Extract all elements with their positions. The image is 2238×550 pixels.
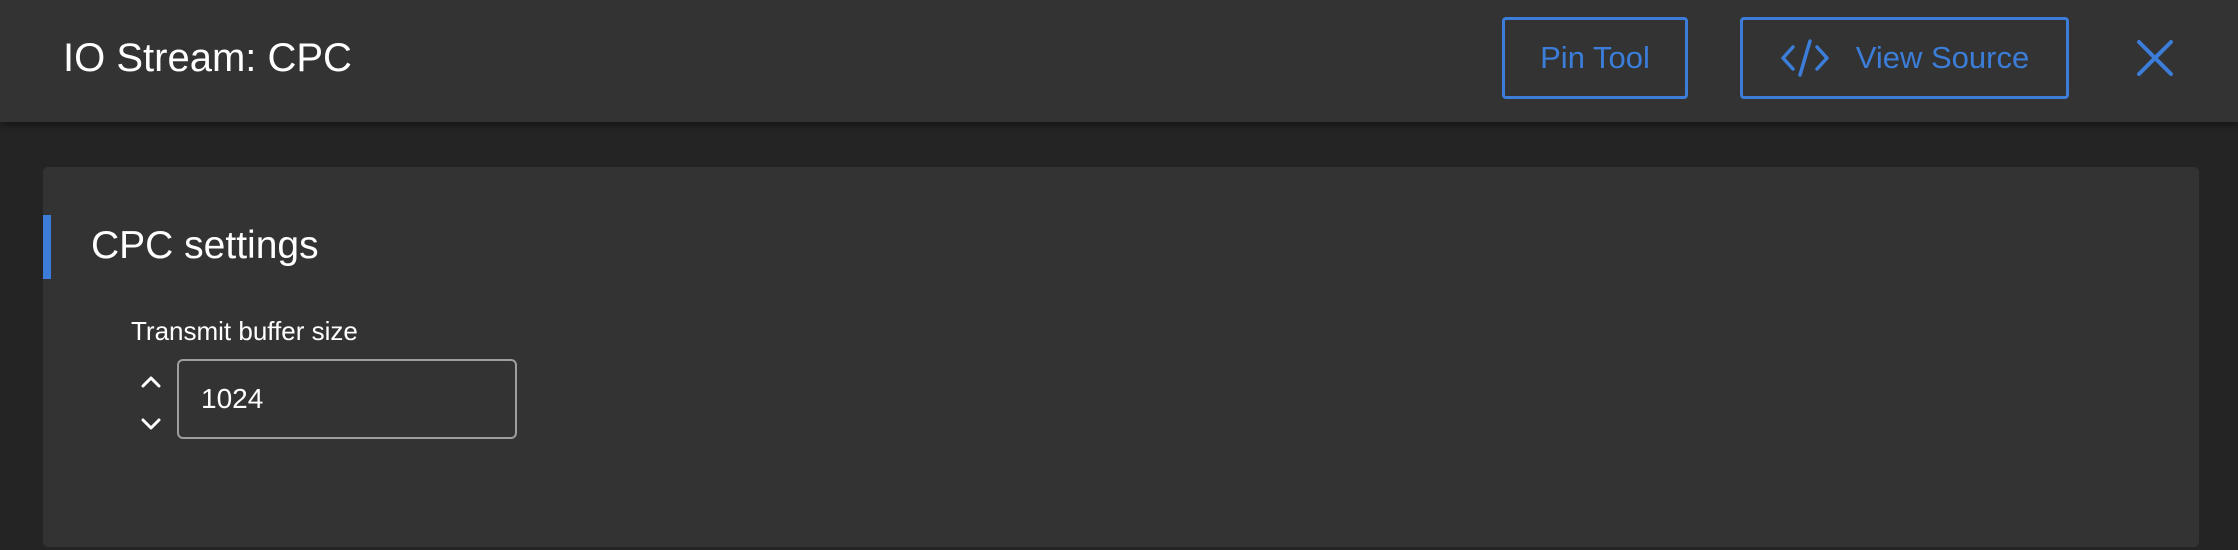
close-icon[interactable] [2135,38,2175,78]
pin-tool-label: Pin Tool [1540,40,1650,75]
section-accent-bar [43,215,51,279]
pin-tool-button[interactable]: Pin Tool [1502,17,1688,99]
view-source-button[interactable]: View Source [1740,17,2069,99]
code-icon [1781,39,1829,77]
transmit-buffer-size-label: Transmit buffer size [131,316,358,346]
page-title: IO Stream: CPC [63,36,352,80]
chevron-down-icon[interactable] [140,416,162,432]
transmit-buffer-size-input[interactable] [177,359,517,439]
section-title: CPC settings [91,224,319,267]
app-header: IO Stream: CPC Pin Tool View Source [0,0,2238,122]
view-source-label: View Source [1855,40,2030,75]
chevron-up-icon[interactable] [140,374,162,390]
cpc-settings-panel: CPC settings Transmit buffer size [43,167,2199,547]
